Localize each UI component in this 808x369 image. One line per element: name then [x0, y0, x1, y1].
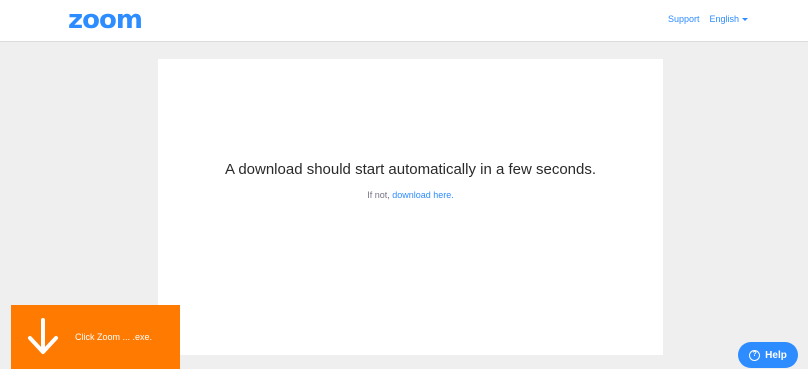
help-button[interactable]: ? Help: [738, 342, 798, 368]
language-selector[interactable]: English: [709, 14, 748, 24]
site-header: zoom Support English: [0, 0, 808, 42]
download-message: A download should start automatically in…: [224, 161, 597, 178]
zoom-logo[interactable]: zoom: [68, 6, 143, 34]
chevron-down-icon: [742, 18, 748, 21]
download-here-link[interactable]: download here.: [392, 190, 454, 200]
header-links: Support English: [668, 14, 748, 24]
arrow-down-icon: [21, 311, 65, 363]
language-label: English: [709, 14, 739, 24]
fallback-prefix: If not,: [367, 190, 390, 200]
download-card: A download should start automatically in…: [158, 59, 663, 355]
download-fallback: If not, download here.: [158, 190, 663, 200]
support-link[interactable]: Support: [668, 14, 700, 24]
question-circle-icon: ?: [749, 349, 761, 361]
banner-text: Click Zoom ... .exe.: [75, 332, 153, 342]
download-banner[interactable]: Click Zoom ... .exe.: [11, 305, 180, 369]
help-label: Help: [765, 349, 787, 361]
